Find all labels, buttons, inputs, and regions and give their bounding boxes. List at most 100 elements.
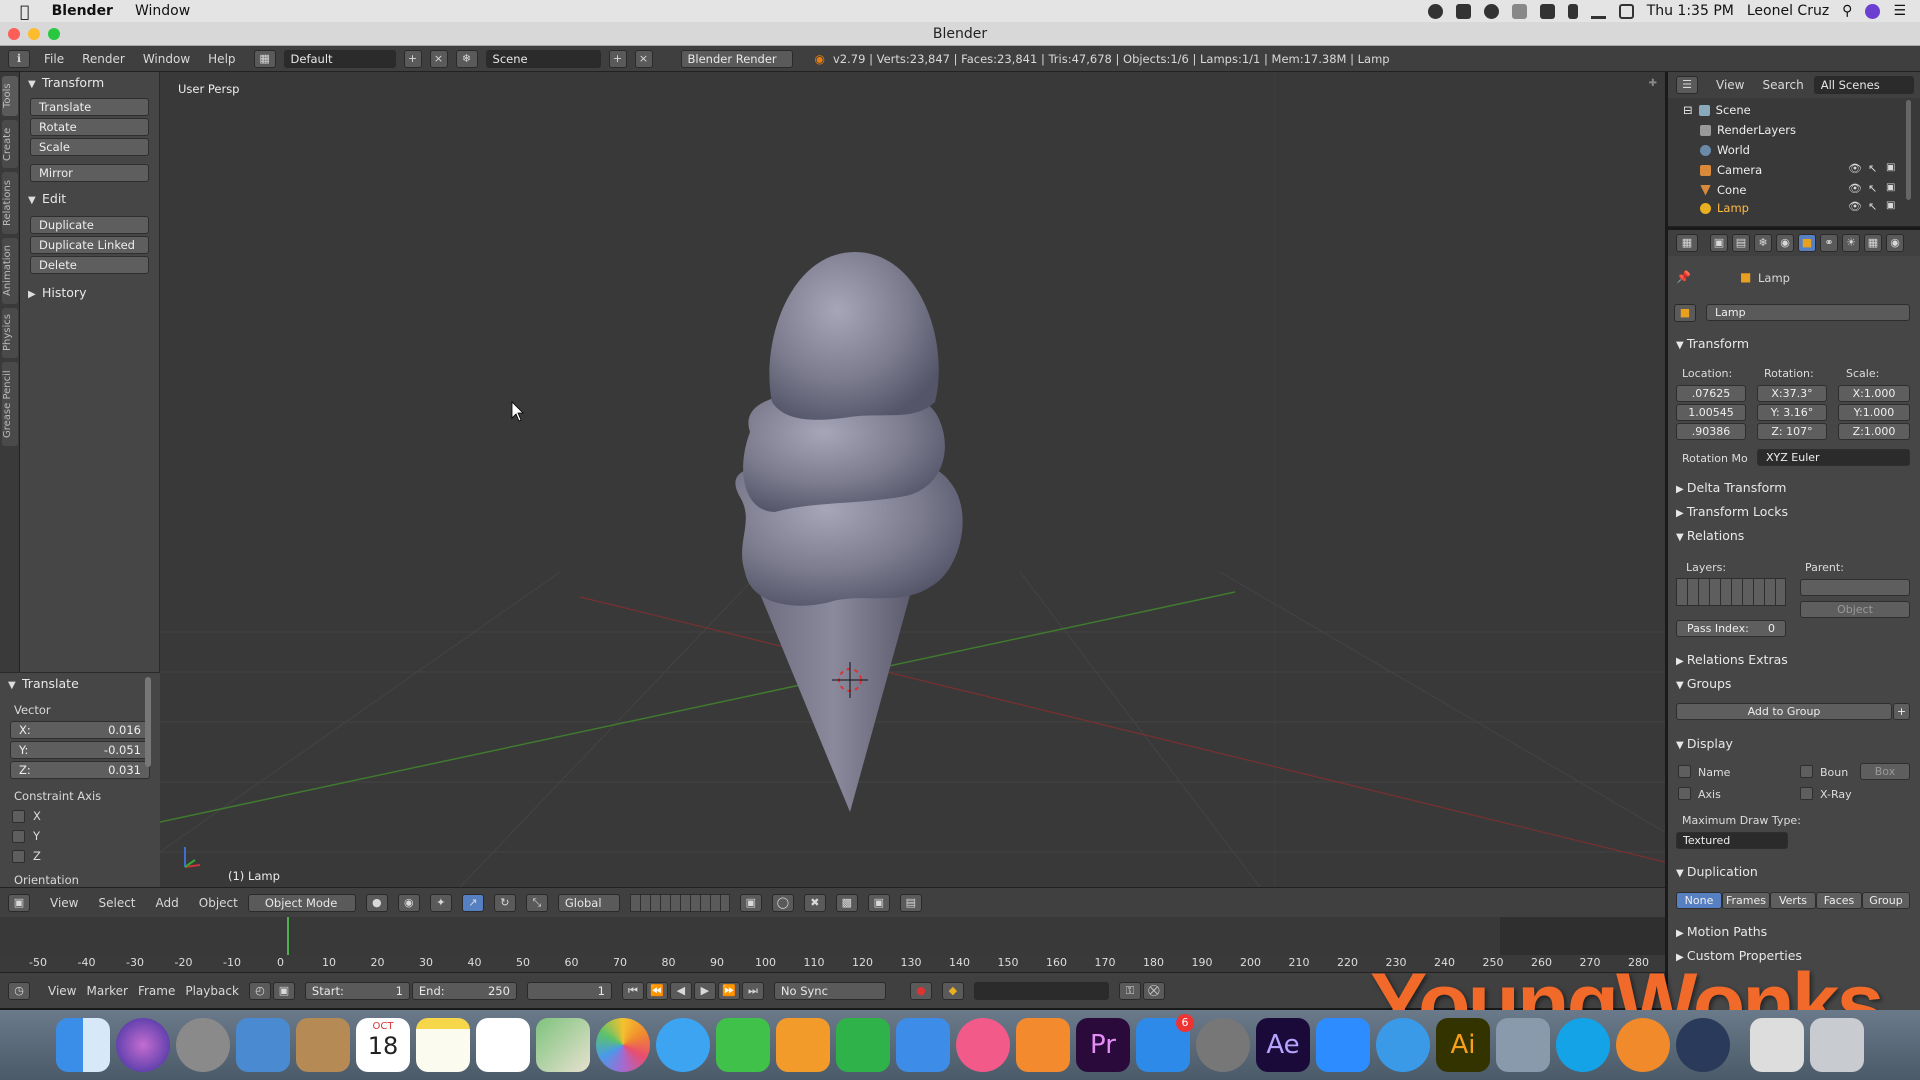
- transform-panel-header[interactable]: ▼ Transform: [1676, 336, 1749, 351]
- menu-object[interactable]: Object: [199, 896, 238, 910]
- keynote-icon[interactable]: [896, 1018, 950, 1072]
- selectable-arrow-icon[interactable]: ↖: [1868, 182, 1877, 195]
- tab-create[interactable]: Create: [2, 120, 18, 168]
- safari-icon[interactable]: [1376, 1018, 1430, 1072]
- transform-locks-panel-header[interactable]: ▶ Transform Locks: [1676, 504, 1788, 519]
- lock-time-icon[interactable]: ▣: [272, 981, 295, 1000]
- axis-checkbox[interactable]: [1678, 787, 1691, 800]
- object-type-icon[interactable]: ■: [1674, 304, 1696, 322]
- mode-select[interactable]: Object Mode: [247, 893, 356, 912]
- system-preferences-icon[interactable]: [1196, 1018, 1250, 1072]
- scale-y-field[interactable]: Y:1.000: [1838, 404, 1910, 421]
- illustrator-icon[interactable]: Ai: [1436, 1018, 1490, 1072]
- display-panel-header[interactable]: ▼ Display: [1676, 736, 1733, 751]
- visibility-eye-icon[interactable]: 👁: [1848, 162, 1862, 175]
- calendar-icon[interactable]: OCT 18: [356, 1018, 410, 1072]
- redo-panel-header[interactable]: ▼ Translate: [0, 673, 160, 695]
- scale-button[interactable]: Scale: [30, 138, 149, 156]
- scale-manipulator-icon[interactable]: ⤡: [525, 893, 548, 912]
- trash-icon[interactable]: [1810, 1018, 1864, 1072]
- dup-frames-option[interactable]: Frames: [1722, 892, 1770, 909]
- dup-group-option[interactable]: Group: [1862, 892, 1910, 909]
- menu-help[interactable]: Help: [208, 52, 235, 66]
- relations-panel-header[interactable]: ▼ Relations: [1676, 528, 1744, 543]
- translate-button[interactable]: Translate: [30, 98, 149, 116]
- end-frame-field[interactable]: End: 250: [411, 981, 517, 1000]
- outliner-scrollbar[interactable]: [1906, 100, 1911, 200]
- relations-extras-panel-header[interactable]: ▶ Relations Extras: [1676, 652, 1788, 667]
- editor-type-properties-icon[interactable]: ▦: [1676, 234, 1698, 252]
- groups-panel-header[interactable]: ▼ Groups: [1676, 676, 1731, 691]
- timeline-menu-view[interactable]: View: [48, 984, 76, 998]
- duplicate-button[interactable]: Duplicate: [30, 216, 149, 234]
- zoom-icon[interactable]: [1316, 1018, 1370, 1072]
- mirror-button[interactable]: Mirror: [30, 164, 149, 182]
- after-effects-icon[interactable]: Ae: [1256, 1018, 1310, 1072]
- editor-type-outliner-icon[interactable]: ☰: [1676, 76, 1698, 94]
- quicktime-icon[interactable]: [1676, 1018, 1730, 1072]
- finder-icon[interactable]: [56, 1018, 110, 1072]
- manipulator-icon[interactable]: ✦: [429, 893, 452, 912]
- scene-icon[interactable]: ❄: [455, 49, 478, 68]
- render-engine-select[interactable]: Blender Render: [680, 49, 793, 68]
- redo-scrollbar[interactable]: [145, 677, 151, 767]
- wifi-icon[interactable]: [1590, 4, 1606, 19]
- tab-tools[interactable]: Tools: [2, 76, 18, 116]
- maximize-window-icon[interactable]: [48, 28, 60, 40]
- pages-icon[interactable]: [776, 1018, 830, 1072]
- sync-mode-select[interactable]: No Sync: [773, 981, 886, 1000]
- preview-icon[interactable]: [236, 1018, 290, 1072]
- rotation-mode-select[interactable]: XYZ Euler: [1757, 449, 1910, 466]
- snap-target-icon[interactable]: ▩: [835, 893, 858, 912]
- photos-icon[interactable]: [596, 1018, 650, 1072]
- xray-checkbox[interactable]: [1800, 787, 1813, 800]
- app-store-icon[interactable]: 6: [1136, 1014, 1194, 1072]
- delta-transform-panel-header[interactable]: ▶ Delta Transform: [1676, 480, 1786, 495]
- scale-z-field[interactable]: Z:1.000: [1838, 423, 1910, 440]
- menu-view[interactable]: View: [50, 896, 78, 910]
- delete-button[interactable]: Delete: [30, 256, 149, 274]
- jump-start-icon[interactable]: ⏮: [621, 981, 644, 1000]
- editor-type-timeline-icon[interactable]: ◷: [8, 981, 30, 1000]
- apple-icon[interactable]: : [20, 2, 30, 21]
- add-to-group-button[interactable]: Add to Group: [1676, 703, 1892, 720]
- scale-x-field[interactable]: X:1.000: [1838, 385, 1910, 402]
- render-preview-icon[interactable]: ▣: [867, 893, 890, 912]
- outliner-row-scene[interactable]: ⊟ Scene: [1683, 101, 1751, 119]
- object-name-field[interactable]: Lamp: [1706, 304, 1910, 321]
- render-layers-context-icon[interactable]: ▤: [1732, 234, 1750, 252]
- bounds-type-select[interactable]: Box: [1860, 763, 1910, 780]
- add-group-plus-icon[interactable]: +: [1893, 703, 1910, 720]
- duplication-panel-header[interactable]: ▼ Duplication: [1676, 864, 1758, 879]
- jump-end-icon[interactable]: ⏭: [741, 981, 764, 1000]
- scene-field[interactable]: Scene: [485, 49, 601, 68]
- world-context-icon[interactable]: ◉: [1776, 234, 1794, 252]
- minimize-window-icon[interactable]: [28, 28, 40, 40]
- contacts-icon[interactable]: [296, 1018, 350, 1072]
- opengl-render-icon[interactable]: ▤: [899, 893, 922, 912]
- dollar-icon[interactable]: [1455, 3, 1471, 19]
- outliner-row-lamp[interactable]: Lamp: [1700, 199, 1749, 217]
- outliner-row-cone[interactable]: Cone: [1700, 181, 1746, 199]
- play-reverse-icon[interactable]: ◀: [669, 981, 692, 1000]
- layers-grid[interactable]: [629, 893, 730, 912]
- documents-folder-icon[interactable]: [1750, 1018, 1804, 1072]
- vector-x-field[interactable]: X: 0.016: [10, 721, 150, 739]
- constraint-x-checkbox[interactable]: X: [12, 809, 160, 823]
- keying-set-icon[interactable]: ◆: [941, 981, 964, 1000]
- outliner-row-world[interactable]: World: [1700, 141, 1750, 159]
- menu-select[interactable]: Select: [98, 896, 135, 910]
- reminders-icon[interactable]: [476, 1018, 530, 1072]
- premiere-icon[interactable]: Pr: [1076, 1018, 1130, 1072]
- numbers-icon[interactable]: [836, 1018, 890, 1072]
- dropbox-icon[interactable]: [1539, 3, 1555, 19]
- user-name[interactable]: Leonel Cruz: [1747, 3, 1829, 19]
- selectable-arrow-icon[interactable]: ↖: [1868, 200, 1877, 213]
- renderable-camera-icon[interactable]: ▣: [1886, 200, 1895, 211]
- physics-context-icon[interactable]: ◉: [1886, 234, 1904, 252]
- texture-context-icon[interactable]: ▦: [1864, 234, 1882, 252]
- play-icon[interactable]: ▶: [693, 981, 716, 1000]
- transform-panel-header[interactable]: ▼ Transform: [20, 72, 159, 94]
- jump-keyframe-back-icon[interactable]: ⏪: [645, 981, 668, 1000]
- menu-render[interactable]: Render: [82, 52, 125, 66]
